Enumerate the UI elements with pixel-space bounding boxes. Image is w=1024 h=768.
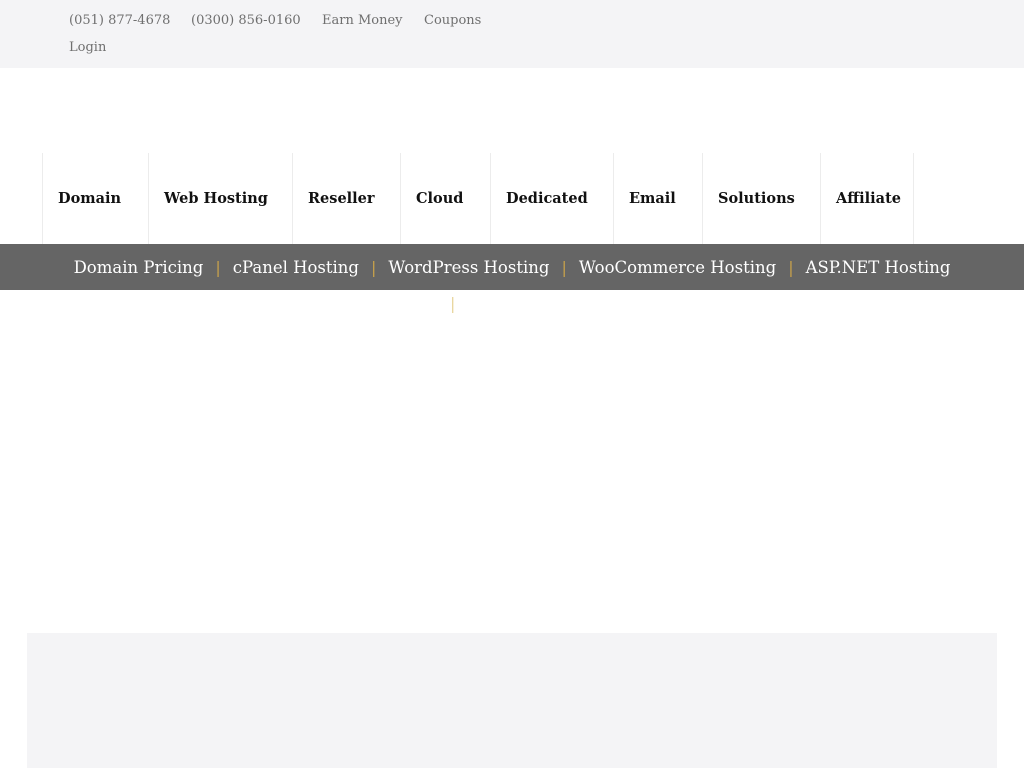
content-panel	[27, 633, 997, 768]
subnav-separator: |	[561, 257, 567, 277]
subnav-wordpress-hosting[interactable]: WordPress Hosting	[388, 258, 549, 277]
nav-item-reseller[interactable]: Reseller	[292, 153, 400, 244]
nav-item-dedicated[interactable]: Dedicated	[490, 153, 613, 244]
nav-item-solutions[interactable]: Solutions	[702, 153, 820, 244]
subnav-aspnet-hosting[interactable]: ASP.NET Hosting	[806, 258, 951, 277]
phone-link-2[interactable]: (0300) 856-0160	[191, 13, 301, 29]
subnav-separator: |	[788, 257, 794, 277]
phone-link-1[interactable]: (051) 877-4678	[69, 13, 170, 29]
nav-item-web-hosting[interactable]: Web Hosting	[148, 153, 292, 244]
subnav-cpanel-hosting[interactable]: cPanel Hosting	[233, 258, 359, 277]
coupons-link[interactable]: Coupons	[424, 13, 481, 29]
nav-item-cloud[interactable]: Cloud	[400, 153, 490, 244]
main-navigation: Domain Web Hosting Reseller Cloud Dedica…	[42, 153, 914, 244]
nav-item-domain[interactable]: Domain	[42, 153, 148, 244]
subnav-domain-pricing[interactable]: Domain Pricing	[74, 258, 204, 277]
subnav-woocommerce-hosting[interactable]: WooCommerce Hosting	[579, 258, 776, 277]
top-bar: (051) 877-4678 (0300) 856-0160 Earn Mone…	[0, 0, 1024, 68]
subnav-overflow-separator: |	[450, 294, 456, 313]
login-link[interactable]: Login	[69, 40, 106, 56]
subnav-separator: |	[215, 257, 221, 277]
nav-item-affiliate[interactable]: Affiliate	[820, 153, 914, 244]
earn-money-link[interactable]: Earn Money	[322, 13, 403, 29]
subnav-separator: |	[371, 257, 377, 277]
sub-navigation: Domain Pricing | cPanel Hosting | WordPr…	[0, 244, 1024, 290]
nav-item-email[interactable]: Email	[613, 153, 702, 244]
